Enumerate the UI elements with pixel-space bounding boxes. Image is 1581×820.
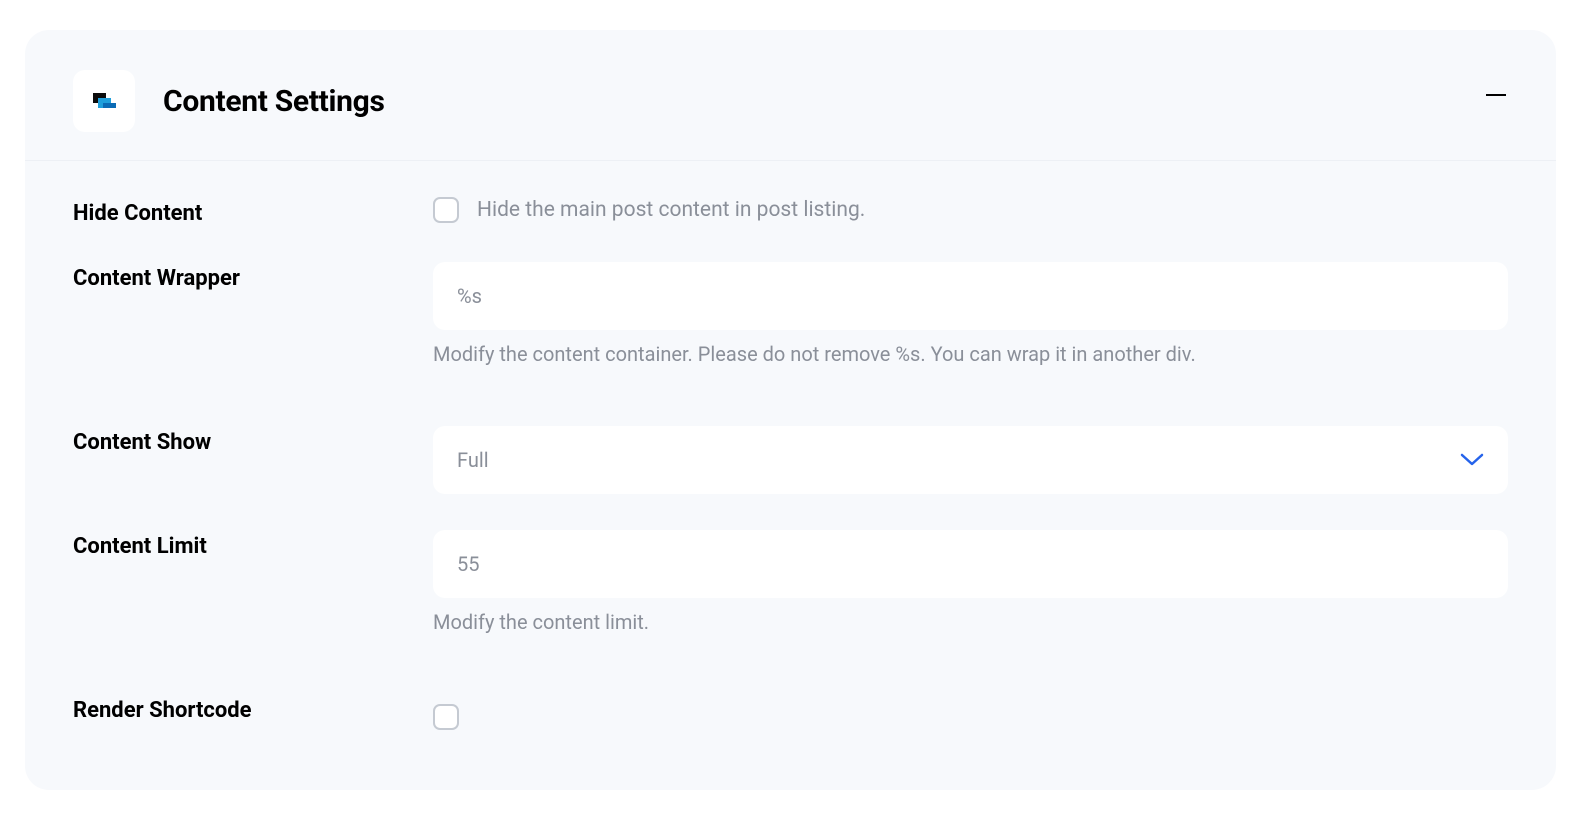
content-wrapper-row: Content Wrapper Modify the content conta…: [73, 262, 1508, 366]
minus-icon: [1486, 94, 1506, 96]
content-wrapper-control: Modify the content container. Please do …: [433, 262, 1508, 366]
logo-icon: [87, 84, 121, 118]
panel-body: Hide Content Hide the main post content …: [25, 161, 1556, 730]
content-limit-label: Content Limit: [73, 530, 433, 559]
content-wrapper-input[interactable]: [433, 262, 1508, 330]
content-limit-row: Content Limit Modify the content limit.: [73, 530, 1508, 634]
content-settings-panel: Content Settings Hide Content Hide the m…: [25, 30, 1556, 790]
content-show-label: Content Show: [73, 426, 433, 455]
content-show-select[interactable]: Full: [433, 426, 1508, 494]
render-shortcode-checkbox[interactable]: [433, 704, 459, 730]
render-shortcode-control: [433, 694, 1508, 730]
panel-header: Content Settings: [25, 30, 1556, 161]
content-show-select-wrapper: Full: [433, 426, 1508, 494]
content-limit-control: Modify the content limit.: [433, 530, 1508, 634]
hide-content-checkbox-row: Hide the main post content in post listi…: [433, 197, 1508, 223]
content-wrapper-label: Content Wrapper: [73, 262, 433, 291]
panel-title: Content Settings: [163, 84, 385, 119]
content-show-control: Full: [433, 426, 1508, 494]
hide-content-description: Hide the main post content in post listi…: [477, 198, 865, 222]
hide-content-control: Hide the main post content in post listi…: [433, 197, 1508, 223]
render-shortcode-label: Render Shortcode: [73, 694, 433, 723]
hide-content-checkbox[interactable]: [433, 197, 459, 223]
panel-logo: [73, 70, 135, 132]
collapse-button[interactable]: [1484, 83, 1508, 107]
hide-content-row: Hide Content Hide the main post content …: [73, 197, 1508, 226]
content-limit-help: Modify the content limit.: [433, 610, 1508, 634]
hide-content-label: Hide Content: [73, 197, 433, 226]
content-limit-input[interactable]: [433, 530, 1508, 598]
content-wrapper-help: Modify the content container. Please do …: [433, 342, 1508, 366]
content-show-row: Content Show Full: [73, 426, 1508, 494]
render-shortcode-row: Render Shortcode: [73, 694, 1508, 730]
